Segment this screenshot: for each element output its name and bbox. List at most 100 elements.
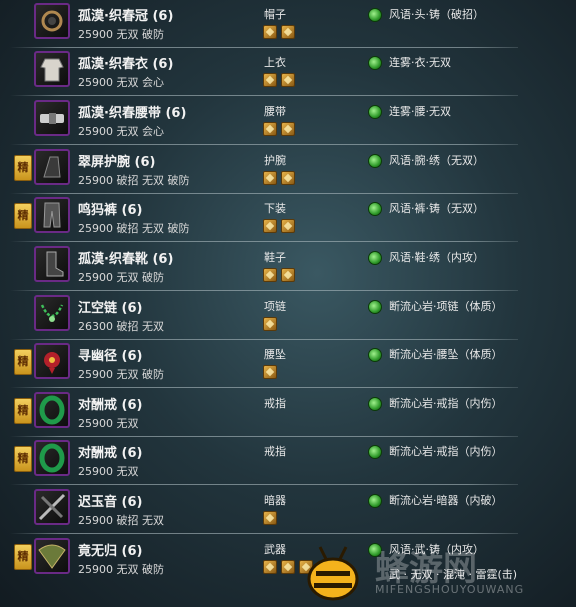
equipment-row-top[interactable]: 孤漠·织春衣 (6) 25900 无双 会心 上衣 连雾·衣·无双: [0, 48, 576, 96]
item-name: 孤漠·织春腰带 (6): [78, 106, 187, 121]
equipment-row-belt[interactable]: 孤漠·织春腰带 (6) 25900 无双 会心 腰带 连雾·腰·无双: [0, 97, 576, 145]
gem-icon[interactable]: [263, 25, 277, 39]
item-slot: 戒指: [264, 397, 286, 410]
pants-icon[interactable]: [34, 197, 70, 233]
item-slot: 下装: [264, 202, 286, 215]
enchant-icon: [368, 56, 382, 70]
item-slot: 护腕: [264, 154, 286, 167]
gem-icon[interactable]: [281, 122, 295, 136]
refine-badge: 精: [14, 203, 32, 229]
necklace-icon[interactable]: [34, 295, 70, 331]
equipment-row-hidden-weapon[interactable]: 迟玉音 (6) 25900 破招 无双 暗器 断流心岩·暗器（内破）: [0, 486, 576, 534]
enchant-icon: [368, 348, 382, 362]
row-divider: [10, 241, 518, 242]
item-enchant: 断流心岩·项链（体质）: [389, 300, 503, 313]
item-stats: 25900 无双 破防: [78, 28, 164, 41]
equipment-row-ring-2[interactable]: 精 对酬戒 (6) 25900 无双 戒指 断流心岩·戒指（内伤）: [0, 437, 576, 485]
item-enchant: 风语·腕·绣（无双）: [389, 154, 484, 167]
bee-logo-icon: [307, 546, 359, 601]
enchant-icon: [368, 397, 382, 411]
equipment-row-ring-1[interactable]: 精 对酬戒 (6) 25900 无双 戒指 断流心岩·戒指（内伤）: [0, 389, 576, 437]
item-enchant: 断流心岩·戒指（内伤）: [389, 445, 503, 458]
gem-slots: [263, 364, 281, 380]
item-stats: 25900 破招 无双 破防: [78, 222, 190, 235]
item-enchant: 断流心岩·腰坠（体质）: [389, 348, 503, 361]
bracer-icon[interactable]: [34, 149, 70, 185]
item-name: 寻幽径 (6): [78, 349, 143, 364]
row-divider: [10, 290, 518, 291]
belt-icon[interactable]: [34, 100, 70, 136]
gem-icon[interactable]: [263, 365, 277, 379]
item-enchant: 断流心岩·暗器（内破）: [389, 494, 503, 507]
equipment-row-boots[interactable]: 孤漠·织春靴 (6) 25900 无双 破防 鞋子 风语·鞋·绣（内攻）: [0, 243, 576, 291]
enchant-icon: [368, 8, 382, 22]
item-stats: 25900 无双 破防: [78, 271, 164, 284]
equipment-row-bracer[interactable]: 精 翠屏护腕 (6) 25900 破招 无双 破防 护腕 风语·腕·绣（无双）: [0, 146, 576, 194]
gem-slots: [263, 316, 281, 332]
row-divider: [10, 144, 518, 145]
gem-icon[interactable]: [263, 171, 277, 185]
gem-slots: [263, 267, 299, 283]
gem-icon[interactable]: [263, 268, 277, 282]
enchant-icon: [368, 445, 382, 459]
item-stats: 25900 无双 破防: [78, 368, 164, 381]
robe-icon[interactable]: [34, 51, 70, 87]
item-name: 竟无归 (6): [78, 544, 143, 559]
gem-icon[interactable]: [281, 171, 295, 185]
gem-slots: [263, 510, 281, 526]
enchant-icon: [368, 251, 382, 265]
gem-icon[interactable]: [281, 268, 295, 282]
boots-icon[interactable]: [34, 246, 70, 282]
enchant-icon: [368, 154, 382, 168]
equipment-list: 孤漠·织春冠 (6) 25900 无双 破防 帽子 风语·头·铸（破招） 孤漠·…: [0, 0, 576, 607]
row-divider: [10, 533, 518, 534]
gem-slots: [263, 72, 299, 88]
gem-icon[interactable]: [263, 511, 277, 525]
item-stats: 25900 无双 破防: [78, 563, 164, 576]
gem-icon[interactable]: [263, 560, 277, 574]
enchant-icon: [368, 300, 382, 314]
gem-icon[interactable]: [263, 73, 277, 87]
enchant-icon: [368, 494, 382, 508]
refine-badge: 精: [14, 544, 32, 570]
item-enchant: 断流心岩·戒指（内伤）: [389, 397, 503, 410]
ring-icon[interactable]: [34, 392, 70, 428]
refine-badge: 精: [14, 446, 32, 472]
row-divider: [10, 95, 518, 96]
item-stats: 25900 无双 会心: [78, 76, 164, 89]
equipment-row-hat[interactable]: 孤漠·织春冠 (6) 25900 无双 破防 帽子 风语·头·铸（破招）: [0, 0, 576, 48]
helmet-icon[interactable]: [34, 3, 70, 39]
gem-icon[interactable]: [281, 560, 295, 574]
equipment-row-necklace[interactable]: 江空链 (6) 26300 破招 无双 项链 断流心岩·项链（体质）: [0, 292, 576, 340]
hidden-weapon-icon[interactable]: [34, 489, 70, 525]
item-slot: 腰带: [264, 105, 286, 118]
gem-slots: [263, 170, 299, 186]
ring-icon[interactable]: [34, 440, 70, 476]
gem-slots: [263, 218, 299, 234]
item-stats: 25900 无双: [78, 417, 139, 430]
item-slot: 项链: [264, 300, 286, 313]
row-divider: [10, 387, 518, 388]
gem-icon[interactable]: [263, 219, 277, 233]
item-name: 鸣犸裤 (6): [78, 203, 143, 218]
refine-badge: 精: [14, 155, 32, 181]
row-divider: [10, 484, 518, 485]
refine-badge: 精: [14, 349, 32, 375]
gem-icon[interactable]: [263, 122, 277, 136]
item-slot: 武器: [264, 543, 286, 556]
fan-weapon-icon[interactable]: [34, 538, 70, 574]
gem-icon[interactable]: [281, 25, 295, 39]
item-slot: 暗器: [264, 494, 286, 507]
pendant-icon[interactable]: [34, 343, 70, 379]
item-name: 江空链 (6): [78, 301, 143, 316]
refine-badge: 精: [14, 398, 32, 424]
item-name: 对酬戒 (6): [78, 398, 143, 413]
gem-icon[interactable]: [281, 219, 295, 233]
item-enchant: 风语·裤·铸（无双）: [389, 202, 484, 215]
gem-icon[interactable]: [281, 73, 295, 87]
equipment-row-pants[interactable]: 精 鸣犸裤 (6) 25900 破招 无双 破防 下装 风语·裤·铸（无双）: [0, 194, 576, 242]
item-slot: 腰坠: [264, 348, 286, 361]
gem-icon[interactable]: [263, 317, 277, 331]
item-slot: 戒指: [264, 445, 286, 458]
equipment-row-pendant[interactable]: 精 寻幽径 (6) 25900 无双 破防 腰坠 断流心岩·腰坠（体质）: [0, 340, 576, 388]
